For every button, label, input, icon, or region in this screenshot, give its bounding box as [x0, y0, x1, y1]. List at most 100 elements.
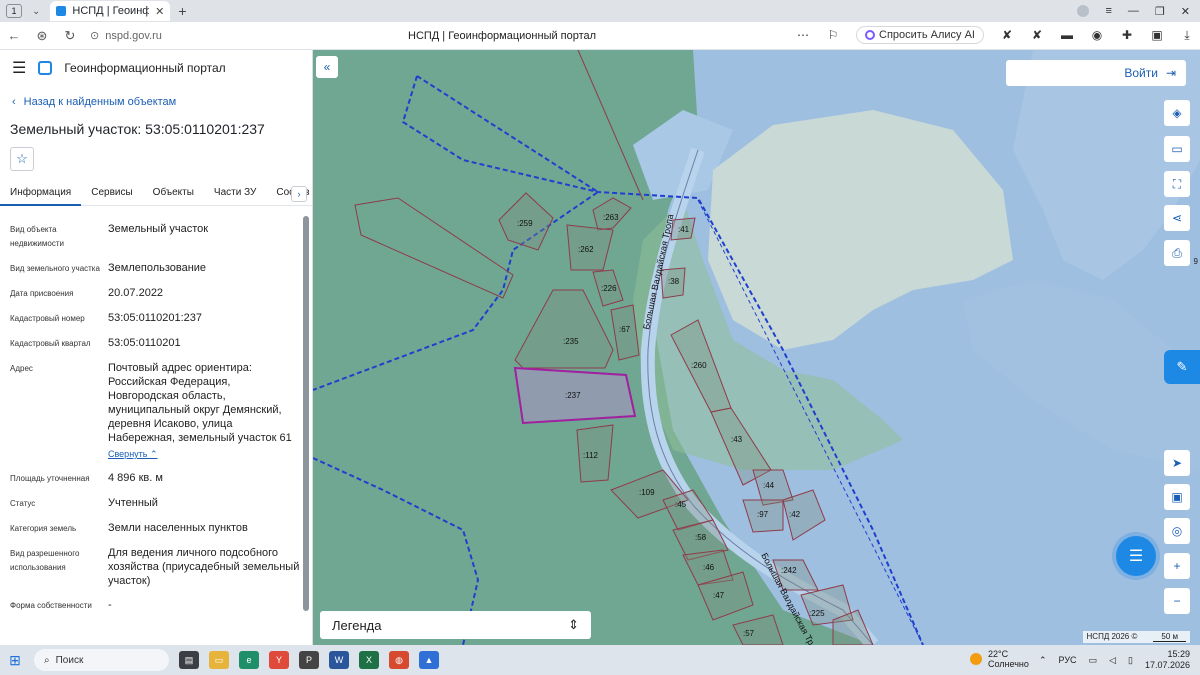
- parcel-label[interactable]: :42: [789, 510, 801, 519]
- print-icon[interactable]: ⎙: [1164, 240, 1190, 266]
- chevron-up-icon[interactable]: ⌃: [1039, 655, 1047, 666]
- tab-information[interactable]: Информация: [0, 184, 82, 206]
- temperature: 22°C: [988, 649, 1009, 659]
- area-select-icon[interactable]: ⛶: [1164, 171, 1190, 197]
- parcel-label[interactable]: :225: [809, 609, 825, 618]
- back-link[interactable]: ‹ Назад к найденным объектам: [12, 96, 176, 108]
- parcel-label[interactable]: :112: [583, 451, 599, 460]
- yandex-browser-icon[interactable]: Y: [269, 651, 289, 669]
- yandex-icon[interactable]: ⊛: [28, 28, 56, 44]
- property-row: Адрес Почтовый адрес ориентира: Российск…: [10, 361, 300, 461]
- extension-icon[interactable]: ✘: [1000, 28, 1014, 42]
- parcel-label[interactable]: :97: [757, 510, 769, 519]
- legend-dropdown[interactable]: Легенда ⇕: [320, 611, 591, 639]
- extension-icon[interactable]: ✘: [1030, 28, 1044, 42]
- parcel-label[interactable]: :44: [763, 481, 775, 490]
- parcel-label[interactable]: :45: [675, 500, 687, 509]
- battery-icon[interactable]: ▯: [1128, 655, 1133, 666]
- parcel-label[interactable]: :235: [563, 337, 579, 346]
- zoom-in-icon[interactable]: +: [1164, 553, 1190, 579]
- collapse-panel-icon[interactable]: «: [316, 56, 338, 78]
- network-icon[interactable]: ▭: [1089, 655, 1098, 666]
- tab-services[interactable]: Сервисы: [81, 184, 142, 206]
- extension-icon[interactable]: ▬: [1060, 28, 1074, 42]
- bookmark-icon[interactable]: ⚐: [826, 28, 840, 42]
- sidebar-scrollbar[interactable]: [303, 216, 309, 611]
- app-icon[interactable]: P: [299, 651, 319, 669]
- parcel-label[interactable]: :47: [713, 591, 725, 600]
- parcel-label[interactable]: :109: [639, 488, 655, 497]
- parcel-label[interactable]: :43: [731, 435, 743, 444]
- property-value: 53:05:0110201: [108, 337, 181, 349]
- chevron-down-icon[interactable]: ⌄: [32, 6, 40, 17]
- map-view[interactable]: Большая Валдайская Тропа Большая Валдайс…: [313, 50, 1200, 645]
- edge-browser-icon[interactable]: e: [239, 651, 259, 669]
- layers-icon[interactable]: ◈: [1164, 100, 1190, 126]
- minimize-icon[interactable]: —: [1128, 5, 1139, 17]
- task-view-icon[interactable]: ▤: [179, 651, 199, 669]
- restore-icon[interactable]: ❐: [1155, 5, 1165, 18]
- menu-icon[interactable]: ☰: [12, 58, 26, 78]
- property-value-wrap: Почтовый адрес ориентира: Российская Фед…: [108, 361, 300, 461]
- file-explorer-icon[interactable]: ▭: [209, 651, 229, 669]
- browser-tab[interactable]: НСПД | Геоинформационны ✕: [50, 1, 171, 21]
- volume-icon[interactable]: ◁: [1109, 655, 1116, 666]
- alice-button[interactable]: Спросить Алису AI: [856, 26, 984, 44]
- parcel-label[interactable]: :263: [603, 213, 619, 222]
- tab-parts[interactable]: Части ЗУ: [204, 184, 266, 206]
- taskbar-search[interactable]: ⌕ Поиск: [34, 649, 169, 671]
- parcel-label[interactable]: :67: [619, 325, 631, 334]
- profile-icon[interactable]: [1077, 5, 1090, 17]
- property-label: Вид разрешенного использования: [10, 549, 80, 572]
- url-field[interactable]: ⊙ nspd.gov.ru: [90, 29, 162, 43]
- parcel-label[interactable]: :57: [743, 629, 755, 638]
- basemap-icon[interactable]: ▣: [1164, 484, 1190, 510]
- new-tab-plus-icon[interactable]: +: [178, 3, 186, 19]
- parcel-label[interactable]: :41: [678, 225, 690, 234]
- language-indicator[interactable]: РУС: [1059, 655, 1077, 665]
- parcel-label[interactable]: :260: [691, 361, 707, 370]
- excel-icon[interactable]: X: [359, 651, 379, 669]
- parcel-label[interactable]: :226: [601, 284, 617, 293]
- scrollbar-thumb[interactable]: [303, 216, 309, 611]
- app-icon[interactable]: ▲: [419, 651, 439, 669]
- share-icon[interactable]: ⋖: [1164, 205, 1190, 231]
- tab-counter[interactable]: 1: [6, 4, 22, 18]
- zoom-out-icon[interactable]: −: [1164, 588, 1190, 614]
- parcel-label[interactable]: :237: [565, 391, 581, 400]
- chevron-right-icon[interactable]: ›: [291, 186, 307, 202]
- extension-icon[interactable]: ◉: [1090, 28, 1104, 42]
- window-close-icon[interactable]: ✕: [1181, 5, 1190, 18]
- parcel-boundary: [354, 197, 514, 299]
- parcel-label[interactable]: :262: [578, 245, 594, 254]
- parcel-label[interactable]: :242: [781, 566, 797, 575]
- parcel-label[interactable]: :259: [517, 219, 533, 228]
- download-icon[interactable]: ⤓: [1180, 28, 1194, 42]
- windows-start-icon[interactable]: ⊞: [0, 652, 30, 669]
- location-pin-icon[interactable]: ◎: [1164, 518, 1190, 544]
- more-icon[interactable]: ⋯: [796, 28, 810, 42]
- parcel-label[interactable]: :46: [703, 563, 715, 572]
- menu-icon[interactable]: ≡: [1105, 5, 1111, 17]
- weather-widget[interactable]: 22°C Солнечно: [970, 649, 1029, 669]
- assistant-chat-icon[interactable]: ✎: [1164, 350, 1200, 384]
- clock[interactable]: 15:29 17.07.2026: [1145, 649, 1190, 671]
- tab-objects[interactable]: Объекты: [143, 184, 204, 206]
- geolocation-icon[interactable]: ➤: [1164, 450, 1190, 476]
- collapse-link[interactable]: Свернуть ⌃: [108, 447, 300, 461]
- map-canvas[interactable]: Большая Валдайская Тропа Большая Валдайс…: [313, 50, 1200, 645]
- ruler-icon[interactable]: ▭: [1164, 136, 1190, 162]
- extension-icon[interactable]: ▣: [1150, 28, 1164, 42]
- puzzle-icon[interactable]: ✚: [1120, 28, 1134, 42]
- login-button[interactable]: Войти ⇥: [1006, 60, 1186, 86]
- word-icon[interactable]: W: [329, 651, 349, 669]
- favorite-star-icon[interactable]: ☆: [10, 147, 34, 171]
- close-icon[interactable]: ✕: [155, 5, 164, 18]
- reload-icon[interactable]: ↻: [56, 28, 84, 44]
- chat-fab-icon[interactable]: ☰: [1116, 536, 1156, 576]
- parcel-label[interactable]: :58: [695, 533, 707, 542]
- back-arrow-icon[interactable]: ←: [0, 28, 28, 43]
- site-info-icon[interactable]: ⊙: [90, 29, 99, 42]
- parcel-label[interactable]: :38: [668, 277, 680, 286]
- chrome-icon[interactable]: ◍: [389, 651, 409, 669]
